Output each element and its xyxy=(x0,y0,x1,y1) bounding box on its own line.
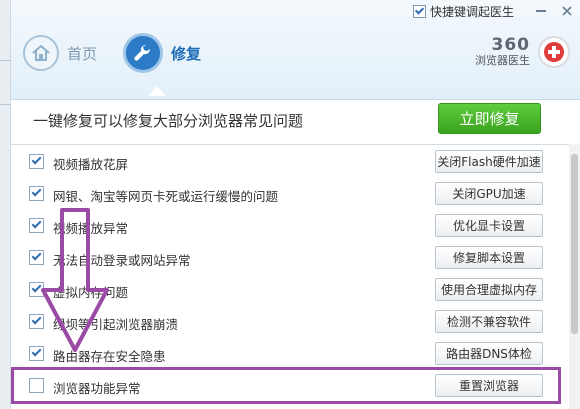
item-label: 路由器存在安全隐患 xyxy=(53,349,166,364)
tab-home[interactable]: 首页 xyxy=(23,35,97,71)
close-button[interactable] xyxy=(554,1,580,21)
item-action-button[interactable]: 检测不兼容软件 xyxy=(435,310,543,333)
list-item: 视频播放异常 优化显卡设置 xyxy=(11,210,566,242)
tab-home-label: 首页 xyxy=(67,44,98,63)
minimize-button[interactable] xyxy=(528,1,554,21)
list-item: 虚拟内存问题 使用合理虚拟内存 xyxy=(11,274,566,306)
item-label: 视频播放异常 xyxy=(53,221,129,236)
item-action-button[interactable]: 路由器DNS体检 xyxy=(435,342,543,365)
item-checkbox[interactable] xyxy=(29,282,44,297)
list-scrollbar[interactable] xyxy=(569,144,580,409)
item-action-button[interactable]: 使用合理虚拟内存 xyxy=(435,278,543,301)
list-item: 路由器存在安全隐患 路由器DNS体检 xyxy=(11,338,566,370)
item-checkbox[interactable] xyxy=(29,218,44,233)
brand-subtitle: 浏览器医生 xyxy=(475,54,530,67)
brand-number: 360 xyxy=(491,35,530,55)
fix-now-button[interactable]: 立即修复 xyxy=(438,103,541,134)
list-item: 无法自动登录或网站异常 修复脚本设置 xyxy=(11,242,566,274)
item-action-button[interactable]: 关闭Flash硬件加速 xyxy=(435,150,543,173)
item-action-button[interactable]: 修复脚本设置 xyxy=(435,246,543,269)
tab-repair[interactable]: 修复 xyxy=(123,33,201,73)
item-checkbox[interactable] xyxy=(29,378,44,393)
medical-cross-icon xyxy=(538,36,570,68)
item-action-button[interactable]: 优化显卡设置 xyxy=(435,214,543,237)
item-checkbox[interactable] xyxy=(29,346,44,361)
title-bar: 快捷键调起医生 xyxy=(412,0,580,22)
shortcut-label: 快捷键调起医生 xyxy=(429,4,514,19)
divider xyxy=(11,144,569,145)
close-icon xyxy=(562,6,572,16)
tab-repair-label: 修复 xyxy=(171,44,202,63)
item-label: 浏览器功能异常 xyxy=(53,381,141,396)
item-checkbox[interactable] xyxy=(29,314,44,329)
list-item: 视频播放花屏 关闭Flash硬件加速 xyxy=(11,146,566,178)
brand: 360 浏览器医生 xyxy=(475,36,570,68)
item-checkbox[interactable] xyxy=(29,250,44,265)
item-checkbox[interactable] xyxy=(29,154,44,169)
home-icon xyxy=(23,35,59,71)
item-action-button[interactable]: 重置浏览器 xyxy=(435,374,543,397)
item-label: 无法自动登录或网站异常 xyxy=(53,253,191,268)
repair-list: 视频播放花屏 关闭Flash硬件加速 网银、淘宝等网页卡死或运行缓慢的问题 关闭… xyxy=(11,146,566,409)
header: 快捷键调起医生 首页 修复 360 浏览器医生 xyxy=(11,0,580,100)
scroll-thumb[interactable] xyxy=(571,154,578,334)
list-item: 网银、淘宝等网页卡死或运行缓慢的问题 关闭GPU加速 xyxy=(11,178,566,210)
edge-separator xyxy=(0,60,11,61)
item-label: 视频播放花屏 xyxy=(53,157,129,172)
item-label: 虚拟内存问题 xyxy=(53,285,129,300)
action-bar: 一键修复可以修复大部分浏览器常见问题 立即修复 xyxy=(11,100,580,140)
list-item: 浏览器功能异常 重置浏览器 xyxy=(11,370,566,402)
main-nav: 首页 修复 xyxy=(23,28,227,78)
item-label: 网银、淘宝等网页卡死或运行缓慢的问题 xyxy=(53,189,279,204)
item-label: 绿坝等引起浏览器崩溃 xyxy=(53,317,179,332)
active-tab-pointer xyxy=(148,86,166,96)
shortcut-option[interactable]: 快捷键调起医生 xyxy=(412,3,514,20)
edge-separator xyxy=(0,104,11,105)
shortcut-checkbox[interactable] xyxy=(412,4,426,18)
item-action-button[interactable]: 关闭GPU加速 xyxy=(435,182,543,205)
left-window-edge xyxy=(0,0,11,409)
repair-headline: 一键修复可以修复大部分浏览器常见问题 xyxy=(33,112,304,130)
list-item: 绿坝等引起浏览器崩溃 检测不兼容软件 xyxy=(11,306,566,338)
item-checkbox[interactable] xyxy=(29,186,44,201)
wrench-icon xyxy=(123,33,164,73)
